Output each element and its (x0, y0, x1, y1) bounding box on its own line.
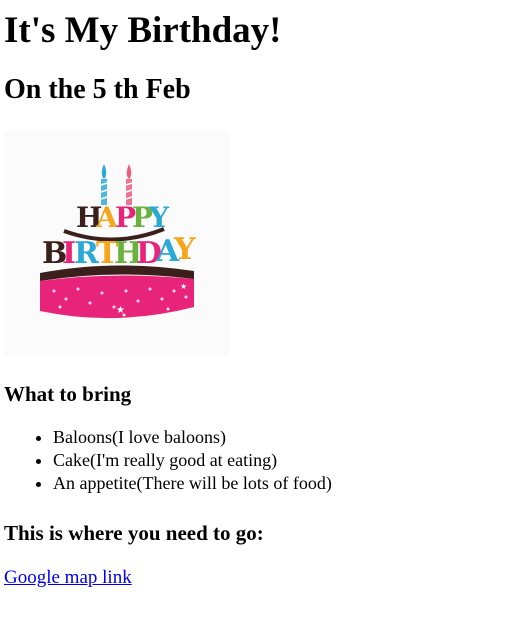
page-title: It's My Birthday! (4, 10, 282, 51)
bring-list: Baloons(I love baloons) Cake(I'm really … (4, 426, 508, 495)
svg-text:★: ★ (180, 282, 187, 291)
svg-text:Y: Y (173, 232, 196, 267)
birthday-cake-icon: H A P P Y B I R T H D A Y ★ ★ (4, 131, 229, 356)
bring-heading: What to bring (4, 382, 132, 406)
svg-text:★: ★ (116, 305, 125, 316)
list-item: Cake(I'm really good at eating) (53, 449, 508, 472)
page: It's My Birthday! On the 5 th Feb H A P … (0, 8, 512, 590)
google-map-link[interactable]: Google map link (4, 566, 132, 590)
list-item: Baloons(I love baloons) (53, 426, 508, 449)
date-heading: On the 5 th Feb (4, 74, 191, 105)
location-heading: This is where you need to go: (4, 521, 264, 545)
list-item: An appetite(There will be lots of food) (53, 472, 508, 495)
birthday-cake-image: H A P P Y B I R T H D A Y ★ ★ (4, 131, 229, 356)
